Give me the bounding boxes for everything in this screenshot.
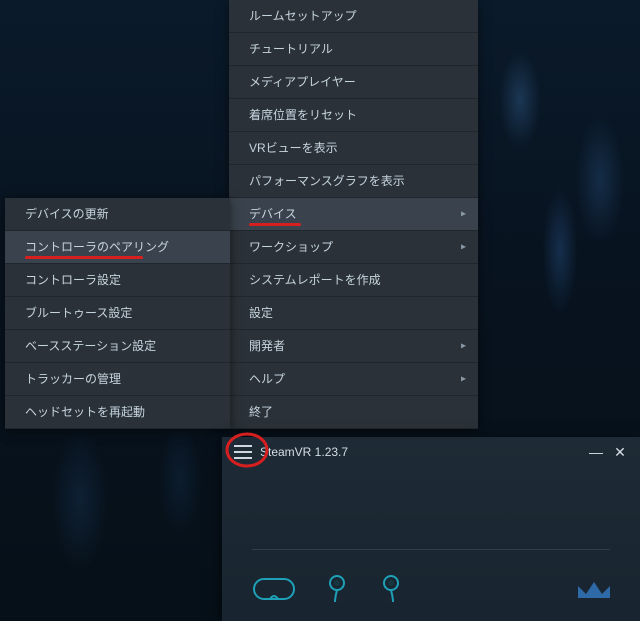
hamburger-menu-icon[interactable] — [234, 445, 252, 459]
menu-item-label: VRビューを表示 — [249, 141, 338, 155]
menu-item-quit[interactable]: 終了 — [229, 396, 478, 429]
menu-item-label: パフォーマンスグラフを表示 — [249, 174, 405, 188]
submenu-item-update-devices[interactable]: デバイスの更新 — [5, 198, 230, 231]
annotation-underline — [249, 223, 301, 226]
menu-item-help[interactable]: ヘルプ ▸ — [229, 363, 478, 396]
chevron-right-icon: ▸ — [461, 231, 466, 264]
submenu-item-pair-controller[interactable]: コントローラのペアリング — [5, 231, 230, 264]
menu-item-label: ヘッドセットを再起動 — [25, 405, 145, 419]
minimize-button[interactable]: — — [584, 444, 608, 460]
menu-item-label: メディアプレイヤー — [249, 75, 356, 89]
submenu-item-restart-headset[interactable]: ヘッドセットを再起動 — [5, 396, 230, 429]
device-status-row — [252, 574, 404, 609]
menu-item-label: トラッカーの管理 — [25, 372, 121, 386]
chevron-right-icon: ▸ — [461, 363, 466, 396]
menu-item-label: 終了 — [249, 405, 273, 419]
menu-item-label: デバイス — [249, 207, 297, 221]
menu-item-developer[interactable]: 開発者 ▸ — [229, 330, 478, 363]
titlebar: SteamVR 1.23.7 — ✕ — [222, 437, 640, 467]
menu-item-settings[interactable]: 設定 — [229, 297, 478, 330]
devices-submenu: デバイスの更新 コントローラのペアリング コントローラ設定 ブルートゥース設定 … — [5, 198, 230, 429]
hmd-icon[interactable] — [252, 575, 296, 608]
controller-left-icon[interactable] — [324, 574, 350, 609]
menu-item-label: チュートリアル — [249, 42, 333, 56]
menu-item-reset-seated[interactable]: 着席位置をリセット — [229, 99, 478, 132]
submenu-item-bluetooth-settings[interactable]: ブルートゥース設定 — [5, 297, 230, 330]
menu-item-show-vr-view[interactable]: VRビューを表示 — [229, 132, 478, 165]
annotation-underline — [25, 256, 143, 259]
submenu-item-manage-trackers[interactable]: トラッカーの管理 — [5, 363, 230, 396]
menu-item-label: ブルートゥース設定 — [25, 306, 132, 320]
divider — [252, 549, 610, 550]
menu-item-tutorial[interactable]: チュートリアル — [229, 33, 478, 66]
menu-item-devices[interactable]: デバイス ▸ — [229, 198, 478, 231]
window-title: SteamVR 1.23.7 — [260, 445, 348, 459]
menu-item-workshop[interactable]: ワークショップ ▸ — [229, 231, 478, 264]
controller-right-icon[interactable] — [378, 574, 404, 609]
vr-now-icon[interactable] — [574, 576, 614, 607]
menu-item-label: ルームセットアップ — [249, 9, 357, 23]
menu-item-label: ヘルプ — [249, 372, 285, 386]
menu-item-label: 設定 — [249, 306, 273, 320]
menu-item-show-perf-graph[interactable]: パフォーマンスグラフを表示 — [229, 165, 478, 198]
menu-item-media-player[interactable]: メディアプレイヤー — [229, 66, 478, 99]
main-context-menu: ルームセットアップ チュートリアル メディアプレイヤー 着席位置をリセット VR… — [229, 0, 478, 429]
menu-item-system-report[interactable]: システムレポートを作成 — [229, 264, 478, 297]
submenu-item-controller-settings[interactable]: コントローラ設定 — [5, 264, 230, 297]
menu-item-room-setup[interactable]: ルームセットアップ — [229, 0, 478, 33]
chevron-right-icon: ▸ — [461, 330, 466, 363]
menu-item-label: ベースステーション設定 — [25, 339, 156, 353]
chevron-right-icon: ▸ — [461, 198, 466, 231]
close-button[interactable]: ✕ — [608, 444, 632, 461]
steamvr-window: SteamVR 1.23.7 — ✕ — [222, 437, 640, 621]
menu-item-label: 着席位置をリセット — [249, 108, 357, 122]
menu-item-label: デバイスの更新 — [25, 207, 109, 221]
submenu-item-basestation-settings[interactable]: ベースステーション設定 — [5, 330, 230, 363]
menu-item-label: コントローラのペアリング — [25, 240, 169, 254]
menu-item-label: ワークショップ — [249, 240, 333, 254]
menu-item-label: システムレポートを作成 — [249, 273, 381, 287]
menu-item-label: 開発者 — [249, 339, 285, 353]
menu-item-label: コントローラ設定 — [25, 273, 121, 287]
